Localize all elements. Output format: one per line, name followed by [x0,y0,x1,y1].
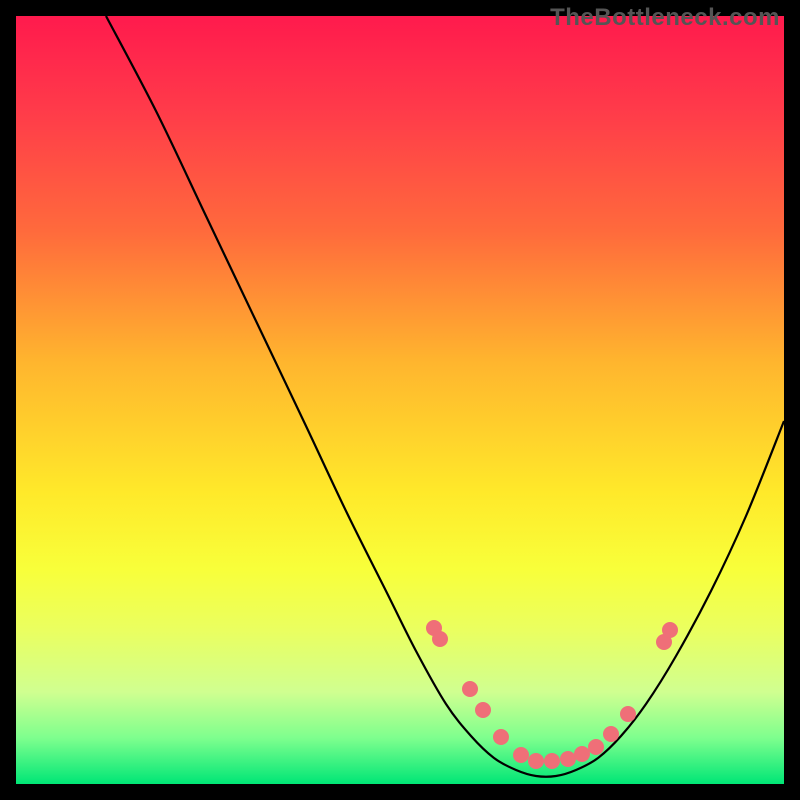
data-marker [493,729,509,745]
chart-frame: TheBottleneck.com [0,0,800,800]
curve-markers [426,620,678,769]
chart-svg [16,16,784,784]
data-marker [574,746,590,762]
data-marker [475,702,491,718]
data-marker [662,622,678,638]
data-marker [620,706,636,722]
data-marker [462,681,478,697]
data-marker [513,747,529,763]
data-marker [432,631,448,647]
data-marker [528,753,544,769]
data-marker [544,753,560,769]
data-marker [603,726,619,742]
data-marker [560,751,576,767]
bottleneck-curve [106,16,784,777]
data-marker [588,739,604,755]
